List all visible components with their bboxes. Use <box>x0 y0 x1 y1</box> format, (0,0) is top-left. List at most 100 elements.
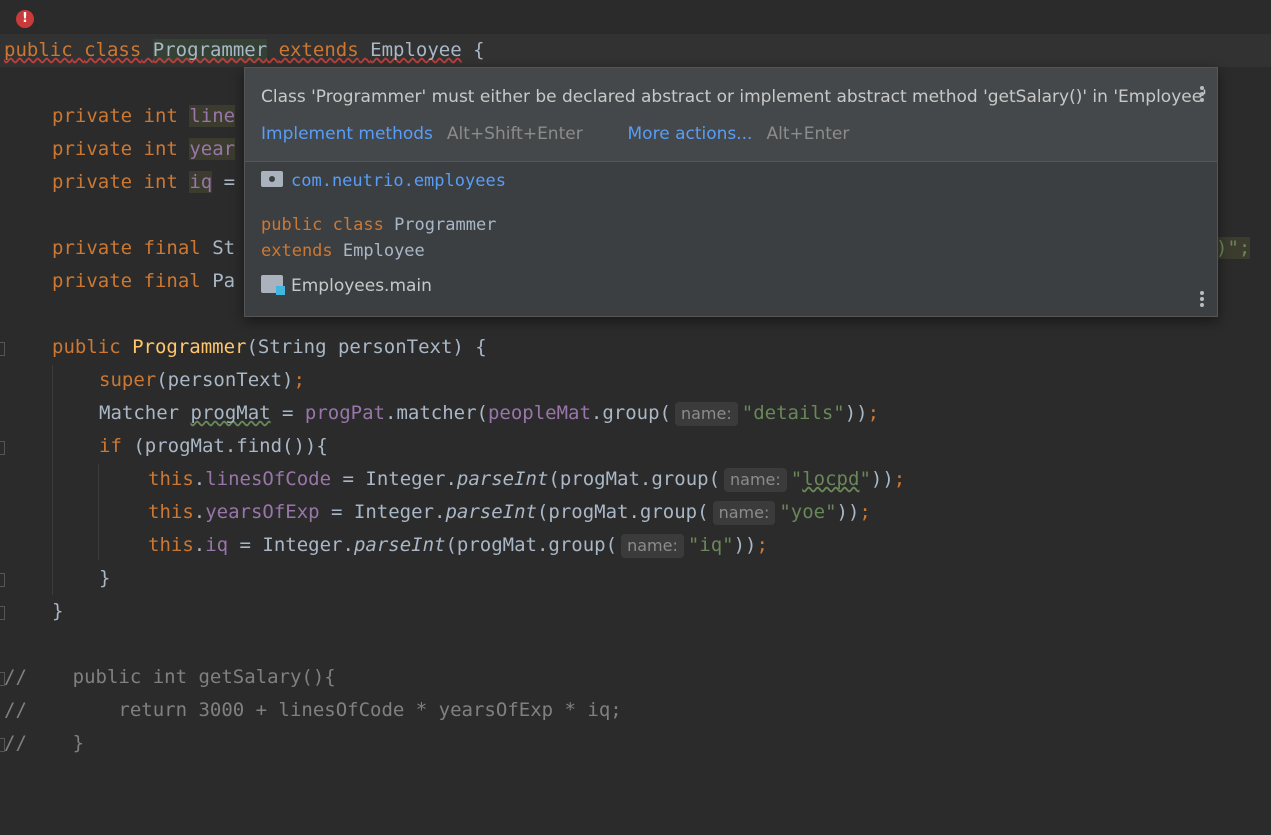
declaration-preview: public class Programmer extends Employee <box>261 212 496 264</box>
param-hint: name: <box>674 401 738 426</box>
keyword: int <box>143 171 178 193</box>
keyword: extends <box>261 241 333 261</box>
string-literal: locpd <box>802 468 860 490</box>
parent-class-name: Employee <box>332 241 425 261</box>
code-line-assign-iq[interactable]: this.iq = Integer.parseInt(progMat.group… <box>148 529 1271 562</box>
indent-guide <box>98 464 99 560</box>
brace: } <box>52 600 64 622</box>
code-line-comment-1[interactable]: // public int getSalary(){ <box>4 661 1271 694</box>
field-name: iq <box>189 171 213 193</box>
keyword: extends <box>278 39 359 61</box>
more-options-icon[interactable] <box>1199 84 1205 104</box>
package-icon <box>261 171 283 187</box>
implement-shortcut: Alt+Shift+Enter <box>446 124 583 144</box>
code-line-class-decl[interactable]: public class Programmer extends Employee… <box>4 34 1271 67</box>
keyword: final <box>143 237 201 259</box>
method-call: (progMat.group( <box>536 501 709 523</box>
operator: = <box>270 402 305 424</box>
popup-header: Class 'Programmer' must either be declar… <box>245 68 1217 162</box>
method-call: parseInt <box>353 534 446 556</box>
keyword: private <box>52 237 133 259</box>
string-literal: " <box>859 468 871 490</box>
dot: . <box>193 468 206 490</box>
semicolon: ; <box>293 369 305 391</box>
fold-marker[interactable] <box>0 573 5 587</box>
fold-marker[interactable] <box>0 441 5 455</box>
keyword: private <box>52 270 133 292</box>
args: (personText) <box>156 369 294 391</box>
code-line-comment-3[interactable]: // } <box>4 727 1271 760</box>
param-hint: name: <box>712 500 776 525</box>
implement-methods-link[interactable]: Implement methods <box>261 124 433 144</box>
keyword: private <box>52 105 133 127</box>
param-hint: name: <box>621 533 684 558</box>
operator: = <box>212 171 236 193</box>
field-ref: peopleMat <box>487 402 591 424</box>
code-line-final-1-end: )"; <box>1216 232 1271 265</box>
field-ref: linesOfCode <box>205 468 332 490</box>
comment: // public int getSalary(){ <box>4 666 336 688</box>
indent-guide <box>52 365 53 595</box>
semicolon: ; <box>756 534 768 556</box>
dot: . <box>193 501 206 523</box>
keyword: int <box>143 138 178 160</box>
operator: = Integer. <box>331 468 457 490</box>
code-line-assign-loc[interactable]: this.linesOfCode = Integer.parseInt(prog… <box>148 463 1271 496</box>
fold-marker[interactable] <box>0 342 5 356</box>
code-line-comment-2[interactable]: // return 3000 + linesOfCode * yearsOfEx… <box>4 694 1271 727</box>
more-actions-link[interactable]: More actions... <box>628 124 753 144</box>
dot: . <box>193 534 206 556</box>
brace: { <box>461 39 485 61</box>
code-line-super[interactable]: super(personText); <box>99 364 1271 397</box>
module-row[interactable]: Employees.main <box>261 275 432 296</box>
comment: // } <box>4 732 85 754</box>
paren: )) <box>844 402 868 424</box>
popup-actions: Implement methods Alt+Shift+Enter More ac… <box>261 124 849 144</box>
keyword: super <box>99 369 157 391</box>
string-literal: " <box>790 468 803 490</box>
class-name: Programmer <box>383 215 497 235</box>
field-ref: yearsOfExp <box>205 501 320 523</box>
operator: = Integer. <box>319 501 446 523</box>
params: (String personText) { <box>246 336 487 358</box>
keyword: this <box>148 534 194 556</box>
class-name: Programmer <box>152 39 268 61</box>
keyword: private <box>52 171 133 193</box>
keyword: private <box>52 138 133 160</box>
fold-marker[interactable] <box>0 606 5 620</box>
type-name: St <box>212 237 236 259</box>
string-end: )"; <box>1216 237 1251 259</box>
field-ref: iq <box>205 534 229 556</box>
method-call: (progMat.group( <box>548 468 721 490</box>
string-literal: "iq" <box>687 534 734 556</box>
editor-root: { "code": { "kw_public": "public", "kw_c… <box>0 0 1271 835</box>
code-line-constructor[interactable]: public Programmer(String personText) { <box>52 331 1271 364</box>
code-line-assign-yoe[interactable]: this.yearsOfExp = Integer.parseInt(progM… <box>148 496 1271 529</box>
package-name: com.neutrio.employees <box>291 171 506 191</box>
code-line-if-close[interactable]: } <box>99 562 1271 595</box>
code-line-if[interactable]: if (progMat.find()){ <box>99 430 1271 463</box>
constructor-name: Programmer <box>132 336 247 358</box>
parent-class-name: Employee <box>370 39 462 61</box>
operator: = Integer. <box>228 534 354 556</box>
type-name: Pa <box>212 270 236 292</box>
more-options-icon[interactable] <box>1199 289 1205 309</box>
type-name: Matcher <box>99 402 191 424</box>
module-icon <box>261 275 285 295</box>
method-call: (progMat.group( <box>445 534 618 556</box>
param-hint: name: <box>724 467 787 492</box>
code-line-ctor-close[interactable]: } <box>52 595 1271 628</box>
package-row[interactable]: com.neutrio.employees <box>261 171 506 191</box>
keyword: public class <box>261 215 384 235</box>
method-call: parseInt <box>445 501 537 523</box>
inspection-popup: Class 'Programmer' must either be declar… <box>244 67 1218 317</box>
keyword: public <box>52 336 121 358</box>
keyword: final <box>143 270 201 292</box>
keyword: this <box>148 501 194 523</box>
brace: } <box>99 567 111 589</box>
keyword: if <box>99 435 122 457</box>
semicolon: ; <box>867 402 880 424</box>
error-icon[interactable]: ! <box>16 10 34 28</box>
semicolon: ; <box>859 501 871 523</box>
code-line-matcher[interactable]: Matcher progMat = progPat.matcher(people… <box>99 397 1271 430</box>
